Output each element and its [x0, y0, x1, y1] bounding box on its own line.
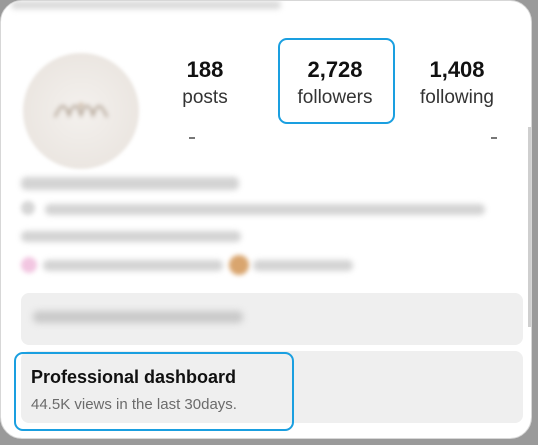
dashboard-highlight-box [14, 352, 294, 431]
profile-card: 188 posts 2,728 followers 1,408 followin… [0, 0, 532, 439]
blurred-header-bar [11, 1, 281, 9]
blurred-bio-icon [21, 201, 35, 215]
scrollbar[interactable] [528, 127, 531, 327]
blurred-avatar-icon [229, 255, 249, 275]
blurred-panel [21, 293, 523, 345]
blurred-bio-line [21, 177, 239, 190]
blurred-panel-text [33, 311, 243, 323]
followers-highlight-box [278, 38, 395, 124]
blurred-bio-line [45, 204, 485, 215]
avatar[interactable] [23, 53, 139, 169]
blurred-bio-line [43, 260, 223, 271]
posts-label: posts [182, 87, 228, 108]
blurred-bio-line [21, 231, 241, 242]
posts-stat[interactable]: 188 posts [155, 55, 255, 111]
profile-logo-icon [54, 103, 108, 119]
divider-mark [491, 137, 497, 139]
divider-mark [189, 137, 195, 139]
posts-count: 188 [186, 57, 224, 82]
following-stat[interactable]: 1,408 following [407, 55, 507, 111]
following-count: 1,408 [429, 57, 485, 82]
blurred-emoji-icon [21, 257, 37, 273]
blurred-bio-line [253, 260, 353, 271]
following-label: following [420, 87, 494, 108]
